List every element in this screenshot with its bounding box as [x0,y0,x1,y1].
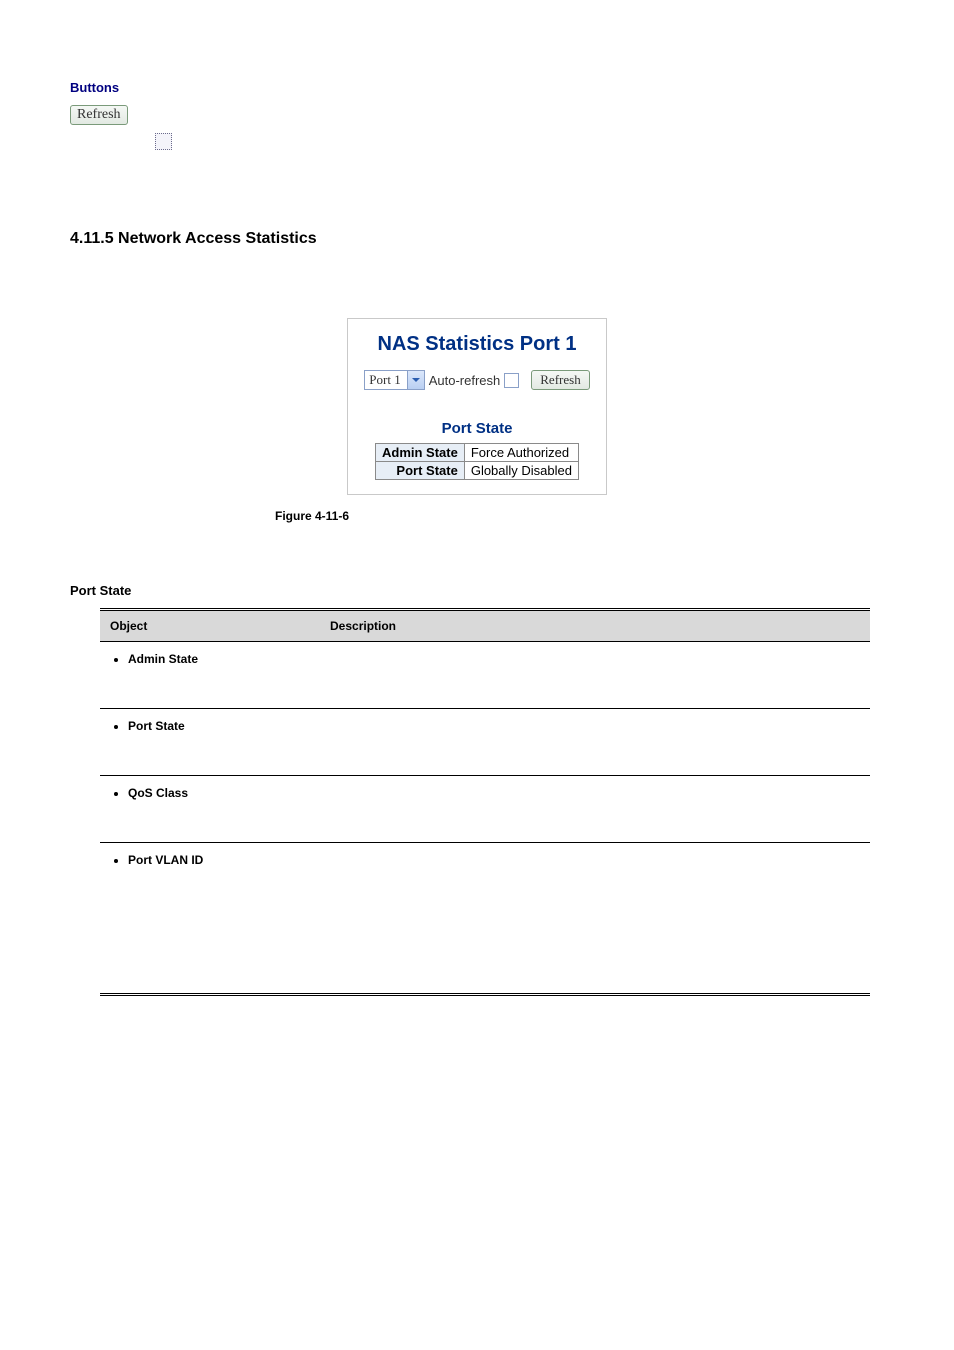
desc-port-state [320,709,870,776]
obj-admin-state: Admin State [128,652,310,666]
figure-refresh-button[interactable]: Refresh [531,370,589,390]
admin-state-label: Admin State [375,444,464,462]
obj-qos-class: QoS Class [128,786,310,800]
description-table: Object Description Admin State Port Stat… [100,608,870,996]
refresh-button[interactable]: Refresh [70,105,128,125]
auto-refresh-checkbox[interactable] [504,373,519,388]
port-select-value: Port 1 [365,372,406,388]
table-row: QoS Class [100,776,870,843]
port-state-label: Port State [375,462,464,480]
image-placeholder-icon [155,133,172,150]
desc-qos-class [320,776,870,843]
figure-title: NAS Statistics Port 1 [364,333,589,356]
figure-subheading: Port State [364,420,589,437]
auto-refresh-label: Auto-refresh [429,373,501,388]
table-row: Port State Globally Disabled [375,462,578,480]
figure: NAS Statistics Port 1 Port 1 Auto-refres… [70,318,884,495]
obj-port-vlan-id: Port VLAN ID [128,853,310,867]
figure-caption: Figure 4-11-6 [70,509,884,523]
admin-state-value: Force Authorized [464,444,578,462]
table-row: Admin State [100,642,870,709]
table-row: Admin State Force Authorized [375,444,578,462]
desc-admin-state [320,642,870,709]
buttons-heading: Buttons [70,80,884,95]
table-row: Port VLAN ID [100,843,870,995]
figure-panel: NAS Statistics Port 1 Port 1 Auto-refres… [347,318,606,495]
port-state-heading: Port State [70,583,884,598]
port-state-table: Admin State Force Authorized Port State … [375,443,579,480]
figure-controls: Port 1 Auto-refresh Refresh [364,370,589,390]
column-object: Object [100,610,320,642]
port-state-value: Globally Disabled [464,462,578,480]
section-title: 4.11.5 Network Access Statistics [70,230,884,248]
obj-port-state: Port State [128,719,310,733]
desc-port-vlan-id [320,843,870,995]
column-description: Description [320,610,870,642]
table-row: Port State [100,709,870,776]
port-select[interactable]: Port 1 [364,370,424,390]
chevron-down-icon [407,371,424,389]
